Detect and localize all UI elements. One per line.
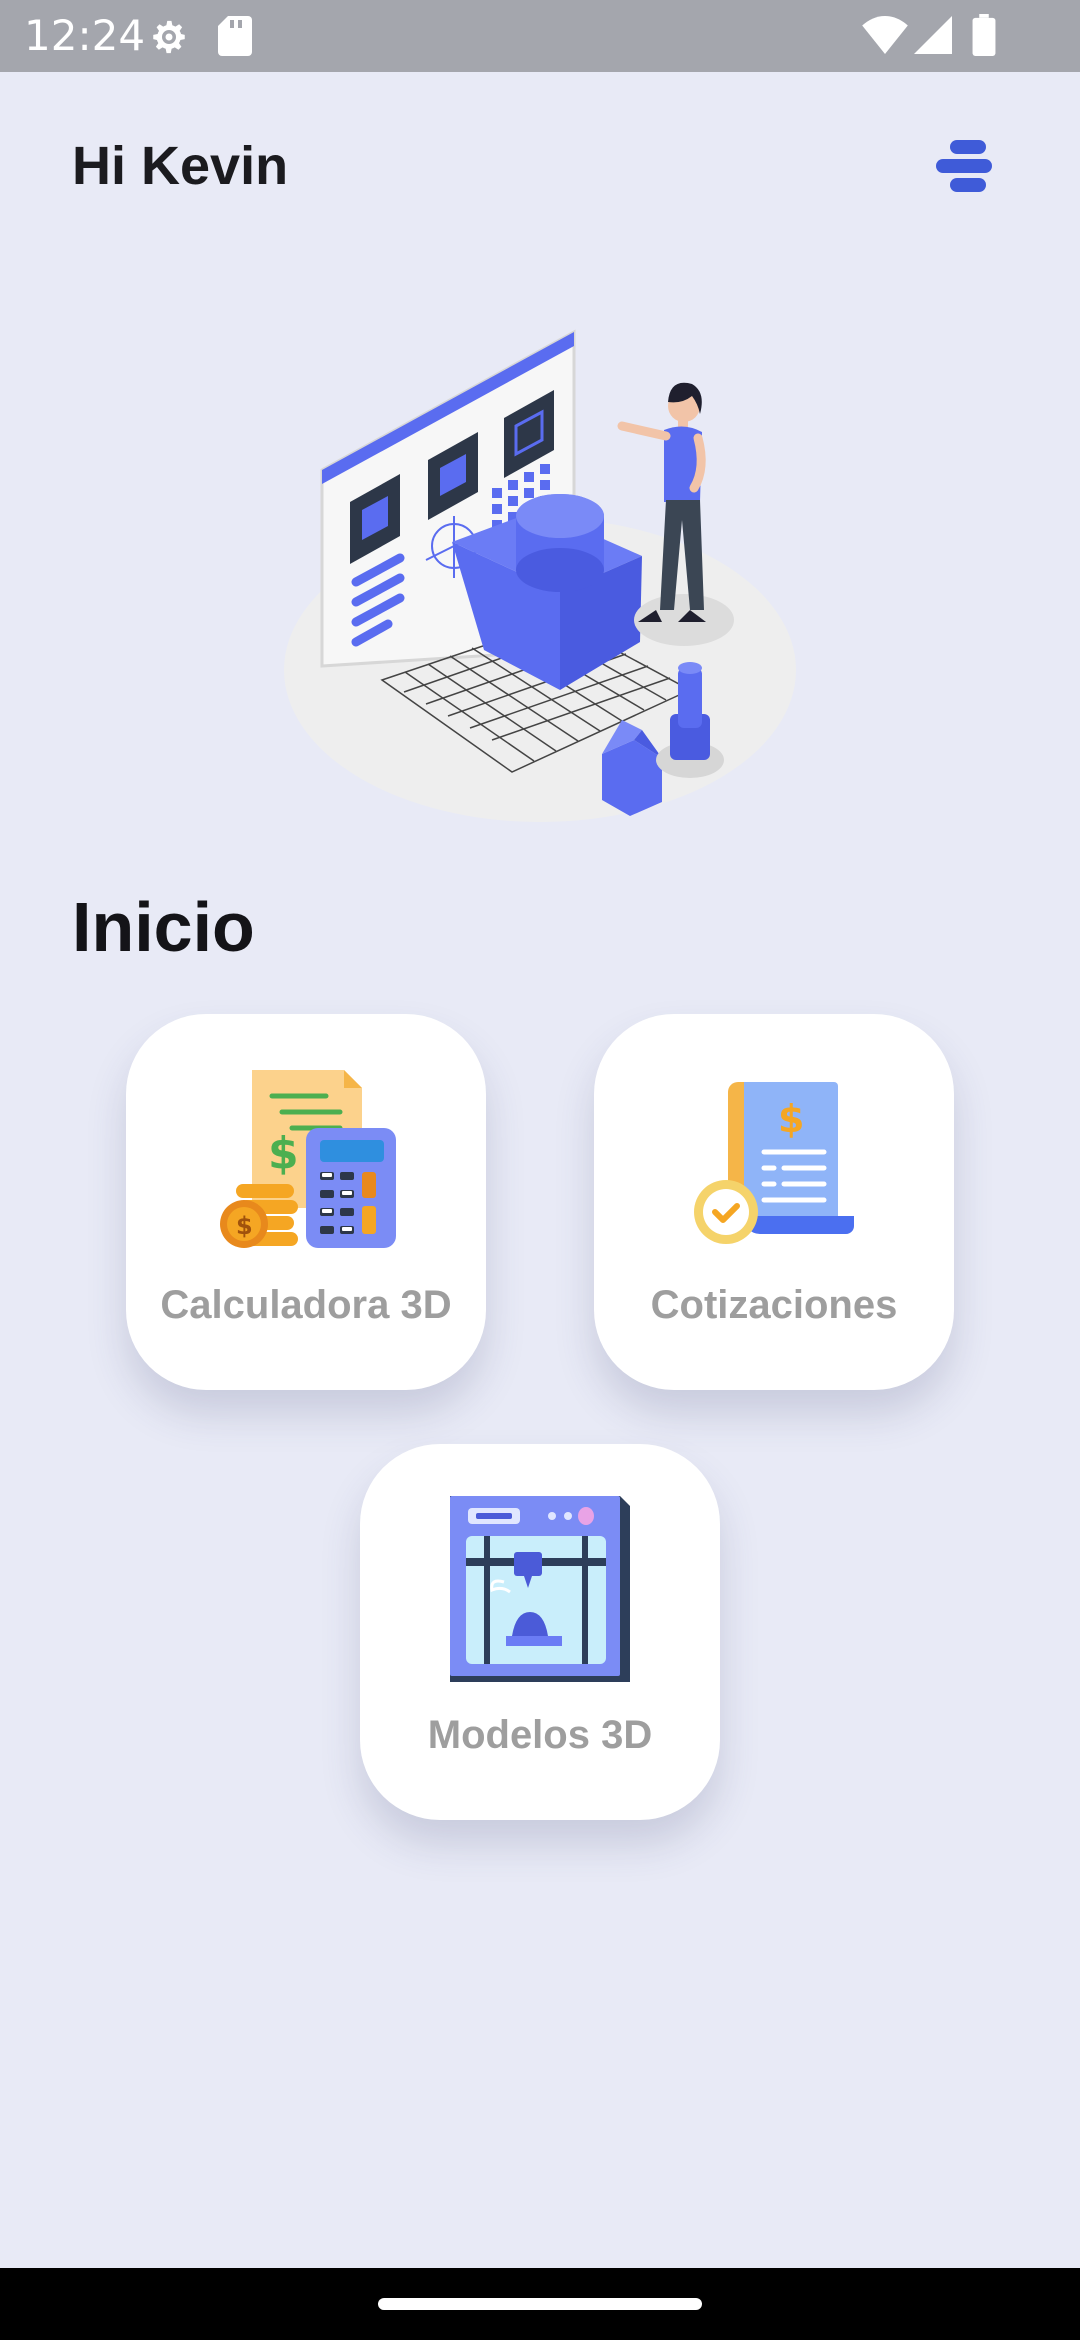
card-label: Modelos 3D (427, 1713, 653, 1757)
3d-design-illustration (284, 329, 796, 822)
status-bar: 12:24 (0, 0, 1080, 72)
calculadora-3d-card[interactable]: $ $ Calculadora 3D (126, 1014, 486, 1390)
cotizaciones-card[interactable]: $ Cotizaciones (594, 1014, 954, 1390)
card-label: Cotizaciones (650, 1283, 898, 1327)
settings-icon (153, 20, 185, 54)
section-title: Inicio (72, 888, 255, 966)
menu-icon (936, 140, 992, 192)
card-label: Calculadora 3D (160, 1283, 452, 1327)
signal-icon (914, 16, 952, 54)
wifi-icon (862, 16, 908, 54)
menu-button[interactable] (928, 134, 1000, 198)
battery-icon (972, 14, 996, 56)
status-time: 12:24 (24, 11, 146, 60)
sd-card-icon (218, 16, 252, 56)
svg-text:$: $ (236, 1212, 253, 1240)
svg-text:$: $ (778, 1097, 804, 1141)
home-gesture-handle[interactable] (378, 2298, 702, 2310)
calculator-money-icon: $ $ (220, 1070, 396, 1248)
greeting-title: Hi Kevin (72, 136, 289, 196)
modelos-3d-card[interactable]: Modelos 3D (360, 1444, 720, 1820)
svg-text:$: $ (268, 1128, 299, 1179)
3d-printer-icon (450, 1496, 630, 1682)
hero-illustration (270, 320, 810, 830)
quote-document-icon: $ (694, 1082, 854, 1244)
